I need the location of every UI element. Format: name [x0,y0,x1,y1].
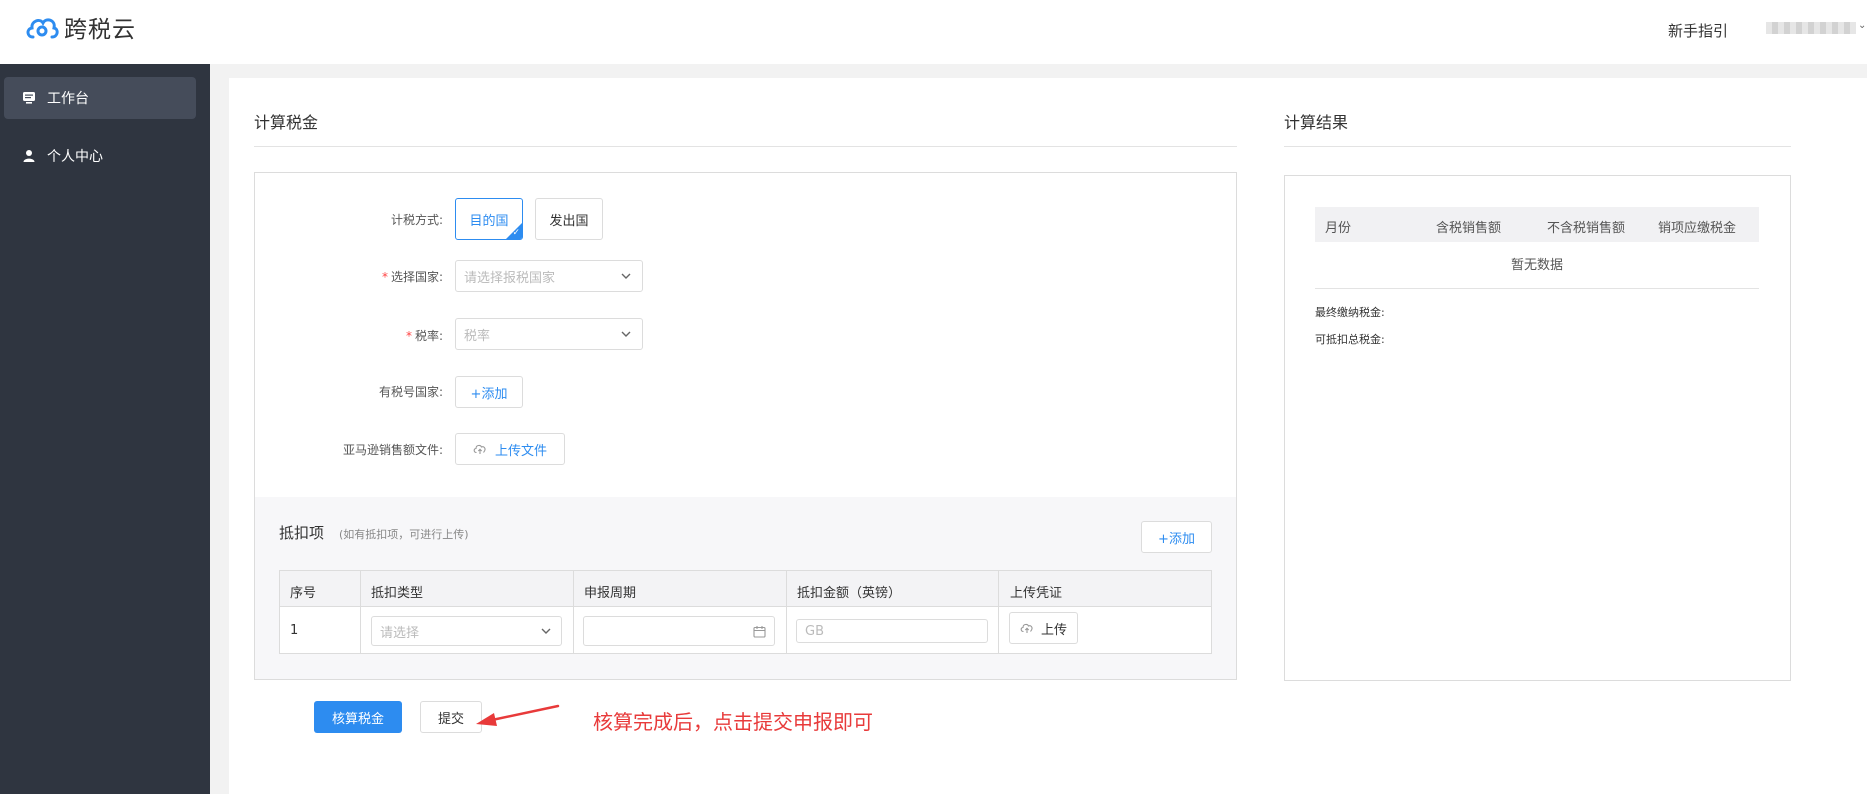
voucher-upload-button[interactable]: 上传 [1009,612,1078,644]
brand-logo[interactable]: 跨税云 [24,10,136,44]
rate-label-text: 税率: [414,329,443,343]
upload-label: 亚马逊销售额文件: [342,443,443,457]
result-table-header: 月份 含税销售额 不含税销售额 销项应缴税金 [1315,207,1759,242]
divider [1315,288,1759,289]
cloud-upload-icon [473,444,486,454]
sidebar-item-label: 个人中心 [47,149,103,165]
method-destination-label: 目的国 [469,213,509,229]
chevron-down-icon [621,273,631,279]
row-index: 1 [290,623,299,638]
country-label-text: 选择国家: [390,270,443,284]
chevron-down-icon [621,331,631,337]
method-origin-button[interactable]: 发出国 [535,198,603,240]
divider [1284,146,1791,147]
column-header-voucher: 上传凭证 [1010,586,1063,601]
rate-placeholder: 税率 [464,328,491,344]
period-date-input[interactable] [583,616,775,646]
column-header-index: 序号 [290,586,317,601]
rate-label: * 税率: [253,327,443,344]
taxno-add-button[interactable]: +添加 [455,376,523,408]
taxno-label: 有税号国家: [378,385,443,399]
country-label: * 选择国家: [253,268,443,285]
column-header-taxed-sales: 含税销售额 [1436,221,1502,236]
user-name-blurred[interactable] [1766,22,1856,34]
upload-file-label: 上传文件 [494,443,547,459]
column-header-period: 申报周期 [584,586,637,601]
deduct-type-placeholder: 请选择 [380,625,420,641]
top-bar: 跨税云 新手指引 ⌄ [0,0,1867,64]
divider [254,146,1237,147]
guide-link[interactable]: 新手指引 [1668,20,1728,41]
column-header-untaxed-sales: 不含税销售额 [1547,221,1626,236]
chevron-down-icon[interactable]: ⌄ [1858,20,1866,31]
country-placeholder: 请选择报税国家 [464,270,556,286]
sidebar-item-profile[interactable]: 个人中心 [4,135,196,177]
monitor-icon [22,91,36,105]
sidebar-item-workbench[interactable]: 工作台 [4,77,196,119]
annotation-arrow-icon [476,704,560,726]
column-header-output-tax: 销项应缴税金 [1658,221,1737,236]
result-title: 计算结果 [1284,113,1349,132]
method-origin-label: 发出国 [549,213,589,229]
cloud-logo-icon [26,18,59,39]
deduct-title: 抵扣项 [279,524,325,542]
cloud-upload-icon [1020,623,1033,633]
country-select[interactable]: 请选择报税国家 [455,260,643,292]
upload-file-button[interactable]: 上传文件 [455,433,565,465]
required-mark: * [405,329,412,343]
method-destination-button[interactable]: 目的国 ✓ [455,198,523,240]
deduct-table: 序号 抵扣类型 申报周期 抵扣金额（英镑） 上传凭证 1 请选择 GB 上传 [279,570,1212,654]
check-icon: ✓ [512,228,520,238]
amount-input[interactable]: GB [796,619,988,643]
deduct-type-select[interactable]: 请选择 [371,616,562,646]
sidebar: 工作台 个人中心 [0,64,210,794]
amount-placeholder: GB [805,623,824,639]
chevron-down-icon [541,628,551,634]
voucher-upload-label: 上传 [1040,622,1067,638]
result-panel [1284,175,1791,681]
annotation-text: 核算完成后，点击提交申报即可 [593,710,873,734]
deductible-tax-label: 可抵扣总税金: [1315,333,1385,346]
deduct-add-button[interactable]: +添加 [1141,521,1212,553]
calendar-icon [753,626,766,638]
column-header-type: 抵扣类型 [371,586,424,601]
calculate-tax-button[interactable]: 核算税金 [314,701,402,733]
rate-select[interactable]: 税率 [455,318,643,350]
column-header-amount: 抵扣金额（英镑） [797,586,902,601]
user-icon [22,149,36,163]
column-header-month: 月份 [1325,221,1352,236]
deduct-hint: (如有抵扣项，可进行上传) [339,528,469,541]
calc-title: 计算税金 [254,113,319,132]
brand-name: 跨税云 [64,17,136,43]
required-mark: * [381,270,388,284]
sidebar-item-label: 工作台 [47,91,89,107]
final-tax-label: 最终缴纳税金: [1315,306,1385,319]
empty-state: 暂无数据 [1510,258,1563,273]
method-label: 计税方式: [390,213,443,227]
